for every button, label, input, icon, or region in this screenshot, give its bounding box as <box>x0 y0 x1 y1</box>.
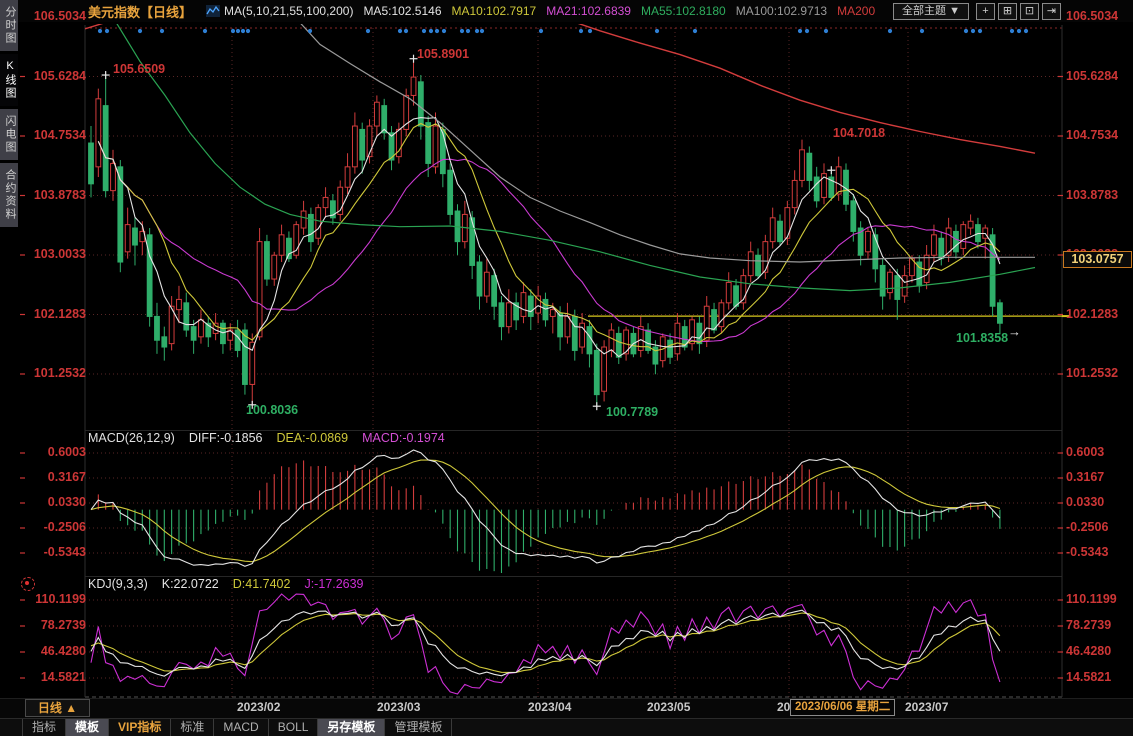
macd-axis-label: 0.3167 <box>28 470 86 484</box>
kdj-axis-label: 14.5821 <box>1066 670 1124 684</box>
x-axis-label: 2023/02 <box>237 700 280 714</box>
sidebar-tab-4[interactable]: 合约资料 <box>0 163 18 227</box>
price-axis-label: 106.5034 <box>28 9 86 23</box>
kdj-k-value: K:22.0722 <box>162 577 219 591</box>
macd-axis-label: 0.0330 <box>1066 495 1124 509</box>
crosshair-date-tooltip: 2023/06/06 星期二 <box>790 699 895 716</box>
bottom-tab-8[interactable]: 管理模板 <box>385 719 452 736</box>
price-axis-label: 103.0033 <box>28 247 86 261</box>
price-axis-label: 104.7534 <box>28 128 86 142</box>
macd-axis-label: -0.2506 <box>1066 520 1124 534</box>
price-annotation: 104.7018 <box>833 126 885 140</box>
x-axis-label: 2023/07 <box>905 700 948 714</box>
price-axis-label: 103.8783 <box>28 188 86 202</box>
header-toolbar-buttons: +⊞⊡⇥ <box>976 3 1061 20</box>
bottom-tab-2[interactable]: 模板 <box>66 719 109 736</box>
line-chart-icon[interactable] <box>206 5 220 17</box>
price-axis-label: 105.6284 <box>1066 69 1124 83</box>
bottom-tab-4[interactable]: 标准 <box>171 719 214 736</box>
kdj-header: KDJ(9,3,3) K:22.0722 D:41.7402 J:-17.2639 <box>88 577 378 591</box>
macd-axis-label: 0.0330 <box>28 495 86 509</box>
macd-axis-label: 0.6003 <box>28 445 86 459</box>
macd-axis-label: -0.5343 <box>1066 545 1124 559</box>
fit-chart-icon[interactable]: ⊞ <box>998 3 1017 20</box>
price-axis-label: 105.6284 <box>28 69 86 83</box>
symbol-title: 美元指数【日线】 <box>88 2 192 21</box>
kdj-axis-label: 14.5821 <box>28 670 86 684</box>
kdj-axis-label: 46.4280 <box>28 644 86 658</box>
kdj-axis-label: 110.1199 <box>1066 592 1124 606</box>
price-axis-label: 102.1283 <box>1066 307 1124 321</box>
sidebar-tab-2[interactable]: K线图 <box>0 54 18 106</box>
kdj-d-value: D:41.7402 <box>233 577 291 591</box>
pan-right-icon[interactable]: ⇥ <box>1042 3 1061 20</box>
period-selector[interactable]: 日线 ▲ <box>25 699 90 717</box>
price-annotation: 105.6509 <box>113 62 165 76</box>
bottom-toolbar: 指标模板VIP指标标准MACDBOLL另存模板管理模板 <box>0 718 1133 736</box>
ma-values-group: MA5:102.5146 MA10:102.7917 MA21:102.6839 MA… <box>353 2 875 20</box>
x-axis-label: 2023/04 <box>528 700 571 714</box>
bottom-tab-3[interactable]: VIP指标 <box>109 719 171 736</box>
x-axis-label: 2023/03 <box>377 700 420 714</box>
price-axis-label: 101.2532 <box>1066 366 1124 380</box>
x-axis-label: 2023/05 <box>647 700 690 714</box>
price-axis-label: 101.2532 <box>28 366 86 380</box>
kdj-axis-label: 78.2739 <box>28 618 86 632</box>
crosshair-tool-icon[interactable]: + <box>976 3 995 20</box>
kdj-axis-label: 46.4280 <box>1066 644 1124 658</box>
price-annotation: 100.7789 <box>606 405 658 419</box>
theme-dropdown[interactable]: 全部主题 ▼ <box>893 3 969 20</box>
ma-settings-label: MA(5,10,21,55,100,200) <box>224 4 353 18</box>
bottom-tab-6[interactable]: BOLL <box>269 719 319 736</box>
marked-price-box: 103.0757 <box>1063 251 1132 268</box>
indicator-target-icon[interactable] <box>21 577 35 591</box>
price-annotation: 101.8358 <box>956 331 1008 345</box>
kdj-axis-label: 78.2739 <box>1066 618 1124 632</box>
scale-axis-icon[interactable]: ⊡ <box>1020 3 1039 20</box>
macd-dea-value: DEA:-0.0869 <box>276 431 348 445</box>
price-annotation: 100.8036 <box>246 403 298 417</box>
ma-value-1: MA10:102.7917 <box>452 4 537 18</box>
price-annotation: 105.8901 <box>417 47 469 61</box>
ma-value-5: MA200 <box>837 4 875 18</box>
ma-value-2: MA21:102.6839 <box>546 4 631 18</box>
price-axis-label: 104.7534 <box>1066 128 1124 142</box>
macd-axis-label: -0.2506 <box>28 520 86 534</box>
price-axis-label: 103.8783 <box>1066 188 1124 202</box>
macd-macd-value: MACD:-0.1974 <box>362 431 445 445</box>
trading-app-window: 美元指数【日线】 MA(5,10,21,55,100,200) MA5:102.… <box>0 0 1133 736</box>
chart-type-sidebar: 分时图 K线图闪电图合约资料 <box>0 0 18 736</box>
macd-axis-label: 0.3167 <box>1066 470 1124 484</box>
kdj-j-value: J:-17.2639 <box>304 577 363 591</box>
macd-header: MACD(26,12,9) DIFF:-0.1856 DEA:-0.0869 MACD… <box>88 431 459 445</box>
kdj-axis-label: 110.1199 <box>28 592 86 606</box>
macd-title: MACD(26,12,9) <box>88 431 175 445</box>
annotation-arrow-icon: → <box>1008 324 1021 339</box>
bottom-tab-5[interactable]: MACD <box>214 719 268 736</box>
macd-axis-label: -0.5343 <box>28 545 86 559</box>
ma-value-4: MA100:102.9713 <box>736 4 827 18</box>
price-axis-label: 106.5034 <box>1066 9 1124 23</box>
sidebar-tab-1[interactable]: 分时图 <box>0 0 18 51</box>
bottom-tab-7[interactable]: 另存模板 <box>318 719 385 736</box>
bottom-tab-1[interactable]: 指标 <box>22 719 66 736</box>
ma-value-0: MA5:102.5146 <box>363 4 441 18</box>
kdj-title: KDJ(9,3,3) <box>88 577 148 591</box>
macd-diff-value: DIFF:-0.1856 <box>189 431 263 445</box>
ma-value-3: MA55:102.8180 <box>641 4 726 18</box>
macd-axis-label: 0.6003 <box>1066 445 1124 459</box>
sidebar-tab-3[interactable]: 闪电图 <box>0 109 18 160</box>
chart-canvas[interactable] <box>0 0 1133 736</box>
x-axis-label: 20 <box>777 700 790 714</box>
price-axis-label: 102.1283 <box>28 307 86 321</box>
